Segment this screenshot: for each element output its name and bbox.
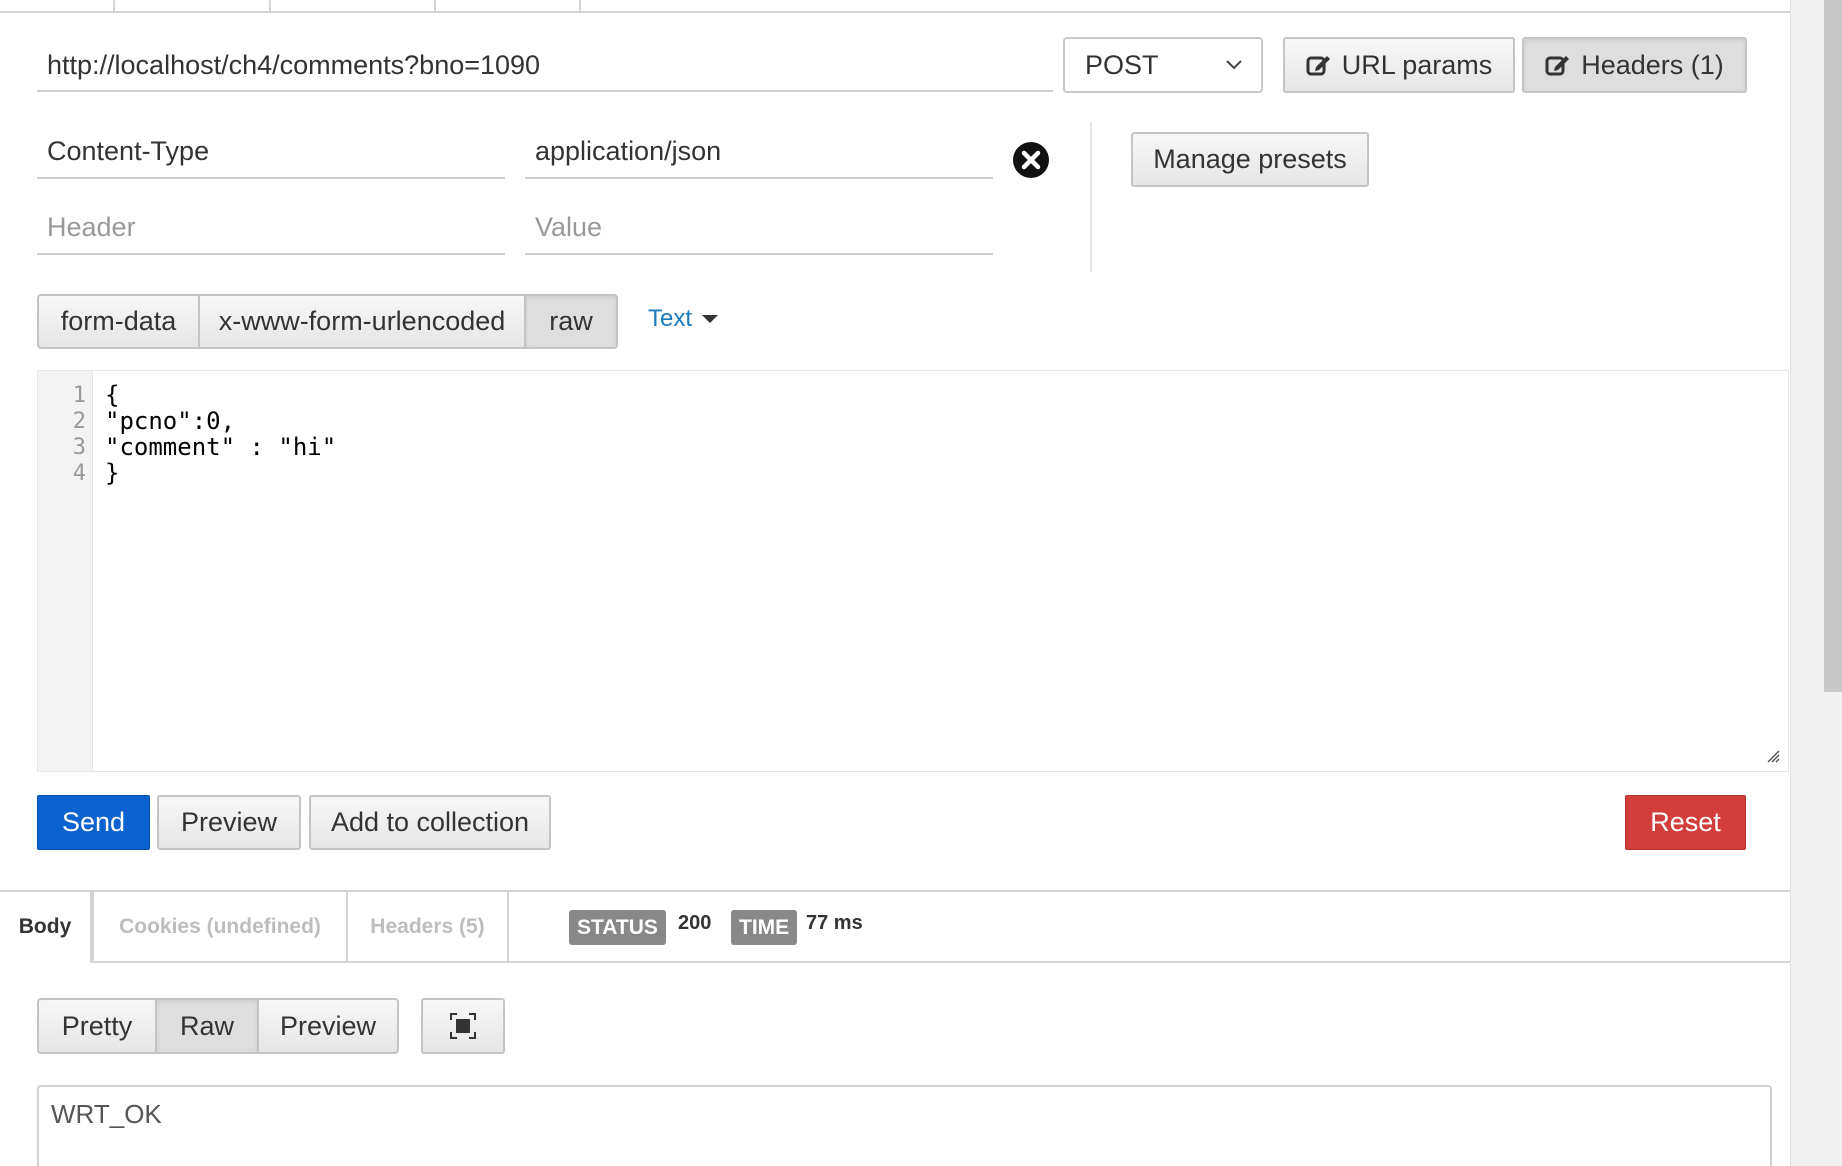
resize-grip-icon[interactable] (1766, 749, 1780, 763)
manage-presets-label: Manage presets (1153, 144, 1347, 174)
code-line: "pcno":0, (105, 407, 236, 435)
reset-label: Reset (1650, 807, 1721, 837)
response-body-text: WRT_OK (51, 1099, 162, 1129)
view-mode-group: Pretty Raw Preview (37, 998, 399, 1054)
format-dropdown[interactable]: Text (648, 305, 719, 333)
fullscreen-button[interactable] (421, 998, 505, 1054)
page-scrollbar-thumb[interactable] (1824, 0, 1842, 692)
body-mode-label: form-data (60, 306, 177, 336)
send-label: Send (61, 807, 126, 837)
url-input[interactable] (37, 40, 1053, 92)
line-number-gutter: 1 2 3 4 (38, 371, 93, 771)
top-tab-divider (113, 0, 115, 12)
edit-icon (1545, 56, 1570, 76)
edit-icon (1306, 56, 1330, 76)
tab-body[interactable]: Body (0, 891, 92, 963)
status-badge-label: STATUS (577, 915, 658, 939)
body-mode-raw[interactable]: raw (524, 294, 618, 349)
remove-header-icon[interactable] (1012, 141, 1050, 179)
body-mode-urlencoded[interactable]: x-www-form-urlencoded (198, 294, 526, 349)
time-value: 77 ms (806, 912, 863, 934)
caret-down-icon (702, 315, 719, 323)
format-dropdown-label: Text (648, 305, 693, 332)
body-mode-form-data[interactable]: form-data (37, 294, 200, 349)
body-editor[interactable]: 1 2 3 4 { "pcno":0, "comment" : "hi" } (37, 370, 1789, 772)
send-button[interactable]: Send (37, 795, 150, 850)
body-mode-group: form-data x-www-form-urlencoded raw (37, 294, 618, 349)
line-number: 4 (72, 461, 86, 486)
header-value-input[interactable] (525, 125, 993, 179)
method-select-value: POST (1085, 49, 1159, 80)
view-mode-label: Preview (279, 1010, 377, 1041)
time-badge-label: TIME (739, 915, 790, 939)
url-params-button[interactable]: URL params (1283, 37, 1515, 93)
headers-label: Headers (1) (1581, 49, 1724, 80)
method-select[interactable]: POST (1063, 37, 1263, 93)
tab-headers[interactable]: Headers (5) (346, 891, 509, 963)
code-line: "comment" : "hi" (105, 433, 337, 461)
view-mode-raw[interactable]: Raw (155, 998, 259, 1054)
view-mode-label: Raw (179, 1010, 234, 1041)
code-line: { (105, 381, 120, 409)
tab-cookies[interactable]: Cookies (undefined) (92, 891, 346, 963)
add-to-collection-button[interactable]: Add to collection (309, 795, 551, 850)
status-value: 200 (678, 912, 712, 934)
tab-cookies-label: Cookies (undefined) (119, 915, 321, 938)
reset-button[interactable]: Reset (1625, 795, 1746, 850)
top-tab-divider (434, 0, 436, 12)
line-number: 2 (72, 409, 86, 434)
manage-presets-button[interactable]: Manage presets (1131, 132, 1369, 187)
line-number: 1 (72, 383, 86, 408)
top-tab-divider (579, 0, 581, 12)
chevron-down-icon (1226, 60, 1242, 70)
response-body[interactable]: WRT_OK (37, 1085, 1772, 1166)
url-params-label: URL params (1341, 49, 1493, 80)
headers-button[interactable]: Headers (1) (1522, 37, 1747, 93)
top-tab-divider (269, 0, 271, 12)
preview-request-button[interactable]: Preview (157, 795, 301, 850)
time-badge: TIME (731, 910, 798, 945)
header-value-placeholder-input[interactable] (525, 201, 993, 255)
tab-headers-label: Headers (5) (370, 915, 485, 938)
status-badge: STATUS (569, 910, 666, 945)
view-mode-preview[interactable]: Preview (257, 998, 399, 1054)
code-line: } (105, 459, 120, 487)
fullscreen-icon (450, 1013, 476, 1039)
body-mode-label: raw (549, 306, 593, 336)
header-key-input[interactable] (37, 125, 505, 179)
view-mode-pretty[interactable]: Pretty (37, 998, 157, 1054)
view-mode-label: Pretty (61, 1010, 133, 1041)
header-key-placeholder-input[interactable] (37, 201, 505, 255)
add-to-collection-label: Add to collection (330, 807, 530, 837)
preview-label: Preview (180, 807, 278, 837)
headers-divider (1090, 122, 1092, 272)
body-mode-label: x-www-form-urlencoded (218, 306, 506, 336)
line-number: 3 (72, 435, 86, 460)
tab-body-label: Body (18, 915, 72, 938)
